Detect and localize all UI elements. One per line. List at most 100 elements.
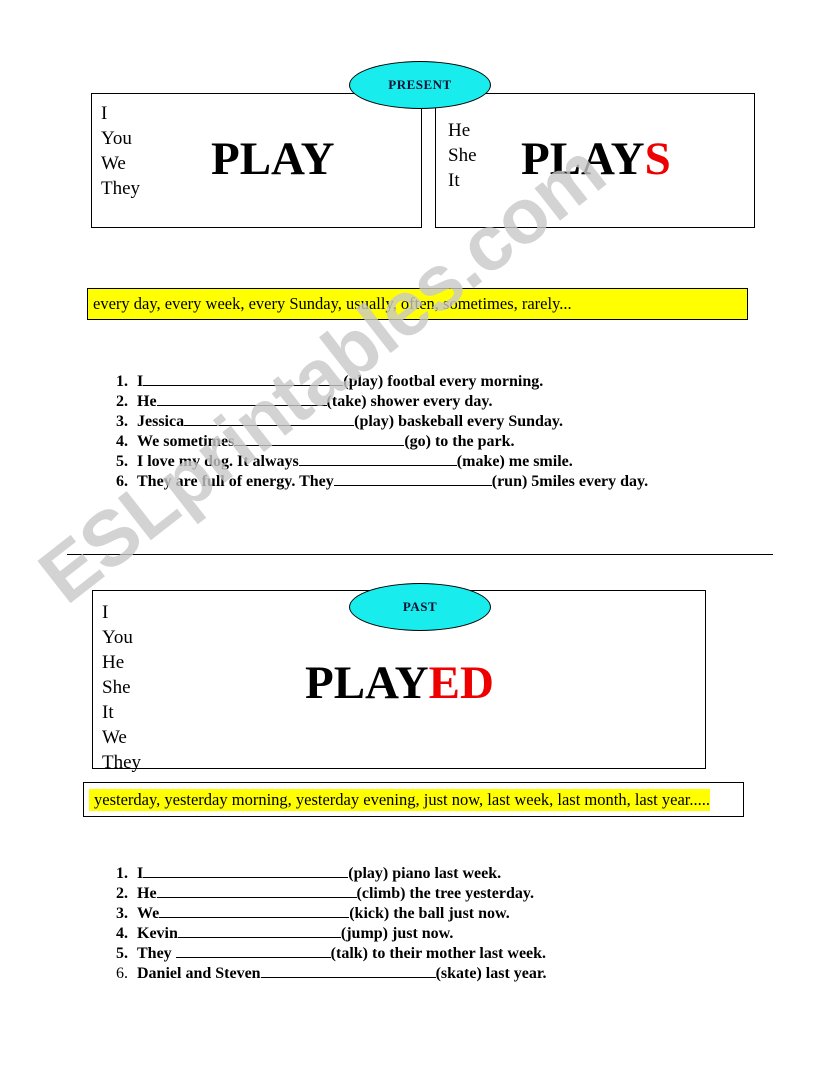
exercise-text: He (take) shower every day. (137, 391, 492, 411)
exercise-prefix: He (137, 885, 157, 902)
exercise-text: They are full of energy. They (run) 5mile… (137, 471, 648, 491)
answer-blank[interactable] (184, 411, 355, 426)
past-time-expressions-box: yesterday, yesterday morning, yesterday … (83, 782, 744, 817)
present-right-pronouns: He She It (448, 118, 477, 193)
exercise-number: 6. (116, 965, 128, 982)
present-label-ellipse: PRESENT (349, 61, 491, 109)
answer-blank[interactable] (156, 391, 327, 406)
pronoun-item: He (102, 652, 125, 674)
list-item: 6. They are full of energy. They (run) 5m… (98, 471, 648, 491)
exercise-number: 5. (116, 453, 128, 470)
exercise-suffix: (run) 5miles every day. (491, 473, 649, 490)
past-label-ellipse: PAST (349, 583, 491, 631)
exercise-suffix: (play) baskeball every Sunday. (354, 413, 564, 430)
pronoun-item: They (102, 752, 142, 774)
answer-blank[interactable] (298, 451, 457, 466)
answer-blank[interactable] (143, 371, 344, 386)
exercise-prefix: Daniel and Steven (137, 965, 261, 982)
answer-blank[interactable] (333, 471, 492, 486)
exercise-suffix: (play) piano last week. (348, 865, 502, 882)
present-time-expressions-text: every day, every week, every Sunday, usu… (93, 294, 572, 313)
pronoun-item: We (101, 153, 126, 175)
exercise-suffix: (climb) the tree yesterday. (356, 885, 534, 902)
exercise-prefix: Kevin (137, 925, 178, 942)
exercise-number: 4. (116, 925, 128, 942)
exercise-text: We (kick) the ball just now. (137, 903, 510, 923)
exercise-number: 1. (116, 865, 128, 882)
list-item: 3. Jessica (play) baskeball every Sunday. (98, 411, 648, 431)
exercise-number: 5. (116, 945, 128, 962)
list-item: 6. Daniel and Steven (skate) last year. (98, 963, 547, 983)
past-time-expressions-text: yesterday, yesterday morning, yesterday … (94, 789, 710, 809)
exercise-number: 1. (116, 373, 128, 390)
exercise-prefix: They (137, 945, 176, 962)
exercise-suffix: (jump) just now. (340, 925, 454, 942)
exercise-number: 3. (116, 905, 128, 922)
list-item: 2. He (climb) the tree yesterday. (98, 883, 547, 903)
list-item: 5. I love my dog. It always (make) me smi… (98, 451, 648, 471)
exercise-text: We sometimes (go) to the park. (137, 431, 515, 451)
present-left-pronouns: I You We They (101, 101, 140, 201)
pronoun-item: You (102, 627, 133, 649)
pronoun-item: She (102, 677, 131, 699)
verb-stem: PLAY (521, 133, 645, 185)
list-item: 1. I (play) piano last week. (98, 863, 547, 883)
answer-blank[interactable] (175, 943, 331, 958)
pronoun-item: It (102, 702, 114, 724)
pronoun-item: We (102, 727, 127, 749)
exercise-suffix: (play) footbal every morning. (343, 373, 544, 390)
answer-blank[interactable] (177, 923, 341, 938)
past-verb: PLAYED (305, 660, 494, 707)
verb-stem: PLAY (305, 657, 429, 709)
exercise-text: They (talk) to their mother last week. (137, 943, 546, 963)
present-time-expressions-box: every day, every week, every Sunday, usu… (87, 288, 748, 320)
exercise-number: 3. (116, 413, 128, 430)
verb-stem: PLAY (211, 133, 335, 185)
exercise-prefix: They are full of energy. They (137, 473, 334, 490)
list-item: 1. I (play) footbal every morning. (98, 371, 648, 391)
pronoun-item: I (101, 103, 108, 124)
exercise-prefix: I love my dog. It always (137, 453, 299, 470)
exercise-suffix: (kick) the ball just now. (349, 905, 510, 922)
answer-blank[interactable] (260, 963, 436, 978)
answer-blank[interactable] (156, 883, 357, 898)
exercise-prefix: Jessica (137, 413, 185, 430)
exercise-text: I (play) footbal every morning. (137, 371, 543, 391)
exercise-number: 6. (116, 473, 128, 490)
exercise-prefix: We (137, 905, 160, 922)
list-item: 4. Kevin (jump) just now. (98, 923, 547, 943)
exercise-text: I love my dog. It always (make) me smile. (137, 451, 573, 471)
exercise-text: Kevin (jump) just now. (137, 923, 453, 943)
worksheet-page: I You We They PLAY He She It PLAYS PRESE… (0, 0, 838, 1086)
exercise-suffix: (take) shower every day. (326, 393, 493, 410)
present-exercise-list: 1. I (play) footbal every morning. 2. He (… (98, 371, 648, 491)
exercise-text: He (climb) the tree yesterday. (137, 883, 534, 903)
verb-suffix-ed: ED (428, 657, 494, 709)
pronoun-item: They (101, 178, 141, 200)
answer-blank[interactable] (159, 903, 350, 918)
exercise-prefix: He (137, 393, 157, 410)
pronoun-item: He (448, 120, 471, 141)
exercise-suffix: (skate) last year. (435, 965, 547, 982)
exercise-text: Daniel and Steven (skate) last year. (137, 963, 547, 983)
pronoun-item: You (101, 128, 132, 150)
exercise-prefix: We sometimes (137, 433, 235, 450)
exercise-number: 2. (116, 885, 128, 902)
verb-suffix-s: S (644, 133, 671, 185)
past-label-text: PAST (402, 599, 438, 614)
exercise-suffix: (go) to the park. (404, 433, 515, 450)
present-label-text: PRESENT (388, 77, 452, 92)
exercise-suffix: (make) me smile. (456, 453, 573, 470)
list-item: 2. He (take) shower every day. (98, 391, 648, 411)
section-divider (67, 554, 773, 555)
answer-blank[interactable] (234, 431, 405, 446)
answer-blank[interactable] (143, 863, 349, 878)
list-item: 5. They (talk) to their mother last week… (98, 943, 547, 963)
pronoun-item: She (448, 145, 477, 167)
exercise-number: 4. (116, 433, 128, 450)
exercise-number: 2. (116, 393, 128, 410)
list-item: 3. We (kick) the ball just now. (98, 903, 547, 923)
pronoun-item: It (448, 170, 460, 192)
past-pronouns: I You He She It We They (102, 600, 141, 776)
pronoun-item: I (102, 602, 109, 623)
